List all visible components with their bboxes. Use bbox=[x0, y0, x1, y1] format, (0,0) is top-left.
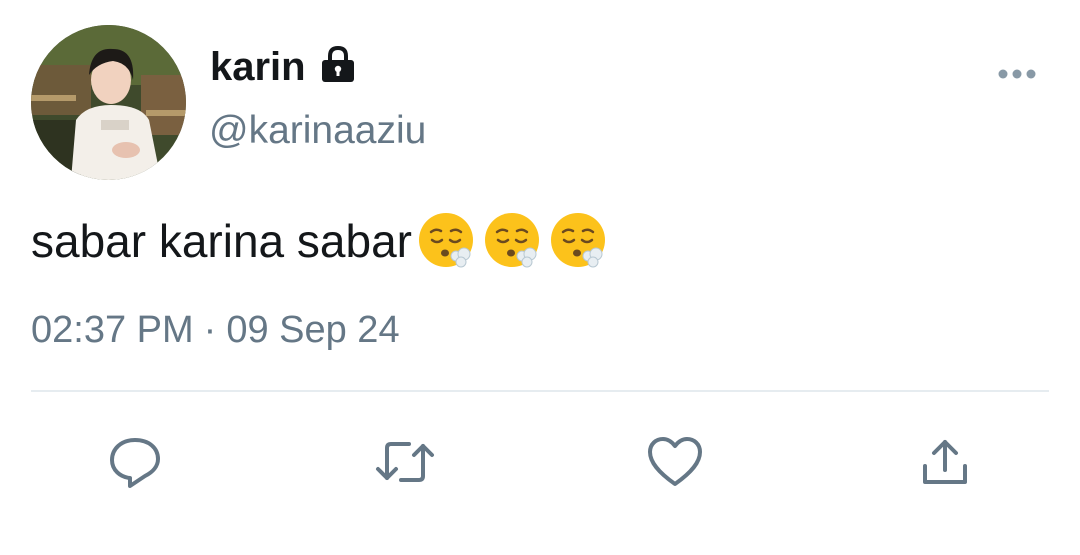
share-button[interactable] bbox=[913, 430, 977, 494]
reply-button[interactable] bbox=[103, 430, 167, 494]
avatar[interactable] bbox=[31, 25, 186, 180]
share-icon bbox=[923, 440, 967, 484]
face-exhaling-emoji bbox=[484, 213, 539, 268]
face-exhaling-emoji bbox=[418, 213, 473, 268]
lock-icon bbox=[318, 44, 358, 84]
user-name-row[interactable]: karin bbox=[210, 42, 358, 92]
user-handle[interactable]: @karinaaziu bbox=[209, 108, 426, 155]
divider bbox=[31, 390, 1049, 392]
tweet-body: sabar karina sabar bbox=[31, 215, 412, 267]
display-name[interactable]: karin bbox=[210, 47, 306, 87]
tweet-text: sabar karina sabar bbox=[31, 206, 614, 276]
retweet-icon bbox=[376, 442, 434, 482]
face-exhaling-emoji bbox=[550, 213, 605, 268]
reply-icon bbox=[110, 438, 160, 488]
emoji-group bbox=[416, 210, 614, 272]
tweet-timestamp[interactable]: 02:37 PM · 09 Sep 24 bbox=[31, 308, 400, 354]
timestamp-separator: · bbox=[203, 309, 217, 351]
heart-icon bbox=[648, 437, 702, 486]
tweet-date: 09 Sep 24 bbox=[226, 309, 400, 351]
more-icon[interactable] bbox=[997, 62, 1037, 86]
retweet-button[interactable] bbox=[373, 430, 437, 494]
like-button[interactable] bbox=[643, 430, 707, 494]
tweet-card: karin @karinaaziu sabar karina sabar 02:… bbox=[0, 0, 1080, 555]
tweet-time: 02:37 PM bbox=[31, 309, 194, 351]
